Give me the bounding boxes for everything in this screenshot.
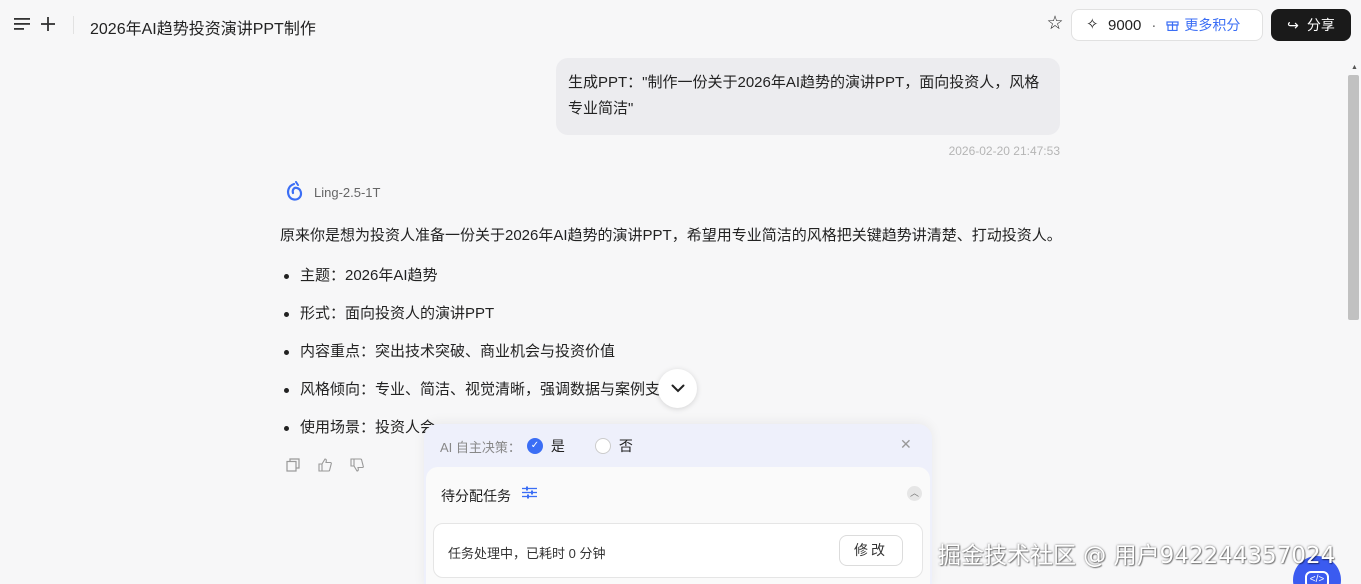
sparkle-icon: ✧ (1086, 16, 1099, 33)
code-icon: </> (1304, 571, 1330, 584)
share-icon: ↪ (1287, 16, 1299, 33)
answer-intro: 原来你是想为投资人准备一份关于2026年AI趋势的演讲PPT，希望用专业简洁的风… (280, 227, 1062, 244)
radio-no-label[interactable]: 否 (619, 436, 633, 456)
model-logo-icon (284, 181, 304, 203)
list-item: 内容重点：突出技术突破、商业机会与投资价值 (280, 338, 660, 376)
thumbs-up-icon[interactable] (316, 458, 334, 476)
list-item: 主题：2026年AI趋势 (280, 262, 660, 300)
top-bar: 2026年AI趋势投资演讲PPT制作 ☆ ✧ 9000 · 更多积分 ↪ 分享 (0, 0, 1361, 50)
copy-icon[interactable] (284, 458, 302, 476)
pending-tasks-title: 待分配任务 (441, 488, 511, 504)
thumbs-down-icon[interactable] (348, 458, 366, 476)
star-icon[interactable]: ☆ (1044, 13, 1066, 35)
list-item: 风格倾向：专业、简洁、视觉清晰，强调数据与案例支 (280, 376, 660, 414)
pending-tasks-card: 待分配任务 ︿ 任务处理中，已耗时 0 分钟 修改 (426, 467, 930, 584)
conversation-title: 2026年AI趋势投资演讲PPT制作 (90, 21, 316, 38)
list-item: 形式：面向投资人的演讲PPT (280, 300, 660, 338)
chevron-up-icon[interactable]: ︿ (907, 486, 922, 501)
scroll-up-arrow-icon[interactable]: ▲ (1351, 64, 1358, 71)
model-name: Ling-2.5-1T (314, 185, 381, 200)
watermark: 掘金技术社区 @ 用户942244357024 (938, 543, 1336, 569)
ai-decision-label: AI 自主决策： (440, 439, 521, 455)
ai-decision-row: AI 自主决策： ✓ 是 否 (440, 436, 633, 456)
share-button[interactable]: ↪ 分享 (1271, 9, 1351, 41)
radio-no[interactable] (594, 438, 611, 454)
task-status-box: 任务处理中，已耗时 0 分钟 修改 (433, 523, 923, 578)
gift-icon (1166, 18, 1180, 32)
points-pill[interactable]: ✧ 9000 · 更多积分 (1071, 9, 1263, 41)
scroll-to-bottom-button[interactable] (658, 369, 697, 408)
radio-yes-label[interactable]: 是 (551, 436, 565, 456)
chevron-down-icon (671, 384, 684, 393)
modify-button[interactable]: 修改 (839, 535, 903, 566)
more-points-link[interactable]: 更多积分 (1184, 15, 1240, 35)
new-chat-icon[interactable] (38, 14, 58, 34)
points-separator: · (1151, 16, 1157, 34)
menu-icon[interactable] (12, 14, 32, 34)
user-message: 生成PPT："制作一份关于2026年AI趋势的演讲PPT，面向投资人，风格专业简… (556, 58, 1060, 135)
radio-yes-checked-icon[interactable]: ✓ (526, 438, 543, 454)
task-panel: AI 自主决策： ✓ 是 否 ✕ 待分配任务 ︿ 任务处理中，已耗时 0 分钟 … (424, 424, 932, 584)
points-value: 9000 (1108, 16, 1142, 34)
close-icon[interactable]: ✕ (900, 436, 912, 453)
task-status-text: 任务处理中，已耗时 0 分钟 (448, 546, 606, 561)
scrollbar-thumb[interactable] (1348, 75, 1359, 320)
message-actions (284, 458, 366, 476)
header-divider (73, 16, 74, 34)
message-timestamp: 2026-02-20 21:47:53 (948, 144, 1060, 158)
sliders-icon[interactable] (522, 486, 537, 502)
share-label: 分享 (1306, 17, 1335, 33)
